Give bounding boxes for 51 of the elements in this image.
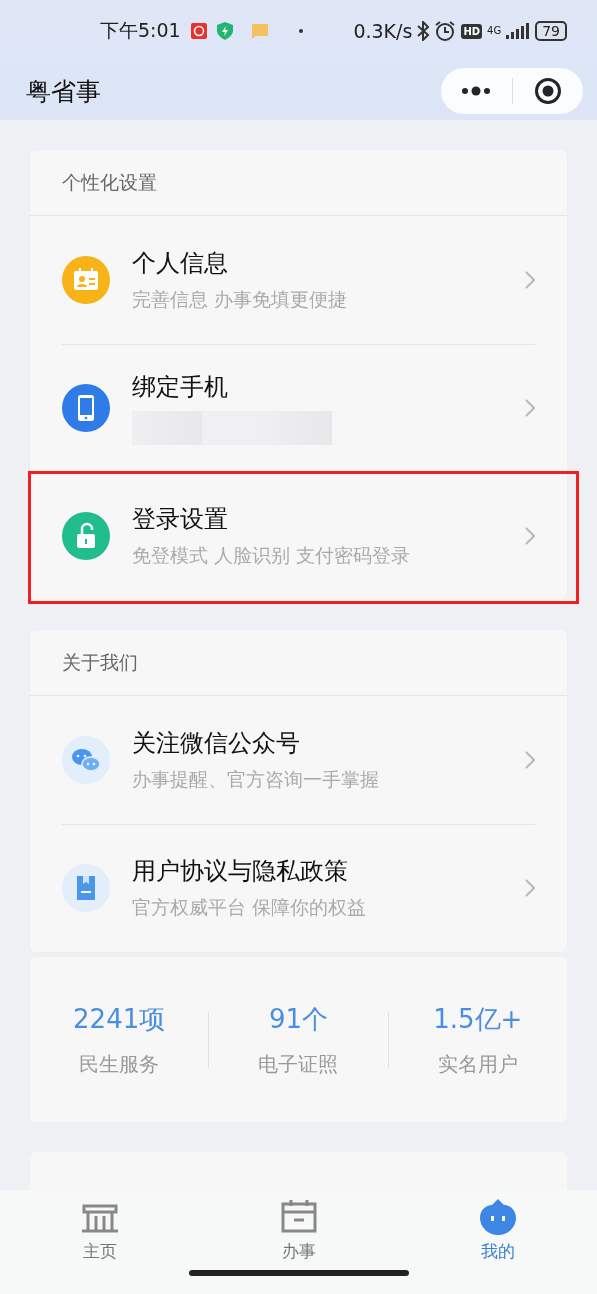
- alarm-icon: [434, 20, 457, 42]
- card-icon: [62, 256, 110, 304]
- tab-item[interactable]: 办事: [199, 1190, 398, 1270]
- stat-value: 91个: [268, 1002, 329, 1036]
- chevron-right-icon: [525, 271, 535, 289]
- chevron-right-icon: [525, 879, 535, 897]
- unlocked-padlock-icon: [62, 512, 110, 560]
- stat-label: 实名用户: [437, 1050, 518, 1078]
- settings-row[interactable]: 绑定手机: [30, 344, 567, 472]
- chevron-right-icon: [525, 399, 535, 417]
- section-header: 关于我们: [30, 630, 567, 696]
- message-icon: [250, 23, 269, 39]
- signal-icon: [506, 23, 531, 39]
- tab-item[interactable]: 主页: [0, 1190, 199, 1270]
- phone-icon: [62, 384, 110, 432]
- clock-time: 下午5:01: [100, 18, 181, 43]
- mascot-icon: [477, 1197, 518, 1236]
- stat-value: 2241项: [73, 1002, 166, 1036]
- shield-icon: [216, 22, 233, 40]
- item-subtitle: 完善信息 办事免填更便捷: [132, 287, 349, 312]
- item-title: 用户协议与隐私政策: [132, 856, 349, 887]
- battery-level: 79: [535, 21, 567, 41]
- settings-row[interactable]: 个人信息 完善信息 办事免填更便捷: [30, 216, 567, 344]
- stat-label: 民生服务: [79, 1050, 160, 1078]
- stat-label: 电子证照: [258, 1050, 339, 1078]
- app-notification-icon: [190, 23, 207, 39]
- settings-row[interactable]: 登录设置 免登模式 人脸识别 支付密码登录: [30, 472, 567, 600]
- document-icon: [62, 864, 110, 912]
- chevron-right-icon: [525, 751, 535, 769]
- section-header: 个性化设置: [30, 150, 567, 216]
- item-title: 个人信息: [132, 248, 229, 279]
- item-subtitle: 官方权威平台 保障你的权益: [132, 895, 368, 920]
- close-icon[interactable]: [533, 77, 562, 105]
- app-title: 粤省事: [26, 75, 101, 108]
- item-subtitle: 免登模式 人脸识别 支付密码登录: [132, 543, 412, 568]
- more-icon[interactable]: [461, 86, 492, 96]
- settings-row[interactable]: 关注微信公众号 办事提醒、官方咨询一手掌握: [30, 696, 567, 824]
- dot-icon: [298, 29, 303, 33]
- hd-badge: HD: [461, 23, 483, 39]
- settings-row[interactable]: 用户协议与隐私政策 官方权威平台 保障你的权益: [30, 824, 567, 952]
- bluetooth-icon: [417, 21, 430, 41]
- item-subtitle: 办事提醒、官方咨询一手掌握: [132, 767, 380, 792]
- network-type: 4G: [487, 26, 502, 36]
- network-speed: 0.3K/s: [353, 20, 413, 42]
- item-title: 绑定手机: [132, 372, 229, 403]
- item-title: 关注微信公众号: [132, 728, 301, 759]
- tab-item[interactable]: 我的: [398, 1190, 597, 1270]
- stat-value: 1.5亿+: [433, 1002, 523, 1036]
- chevron-right-icon: [525, 527, 535, 545]
- chat-bubbles-icon: [62, 736, 110, 784]
- item-title: 登录设置: [132, 504, 229, 535]
